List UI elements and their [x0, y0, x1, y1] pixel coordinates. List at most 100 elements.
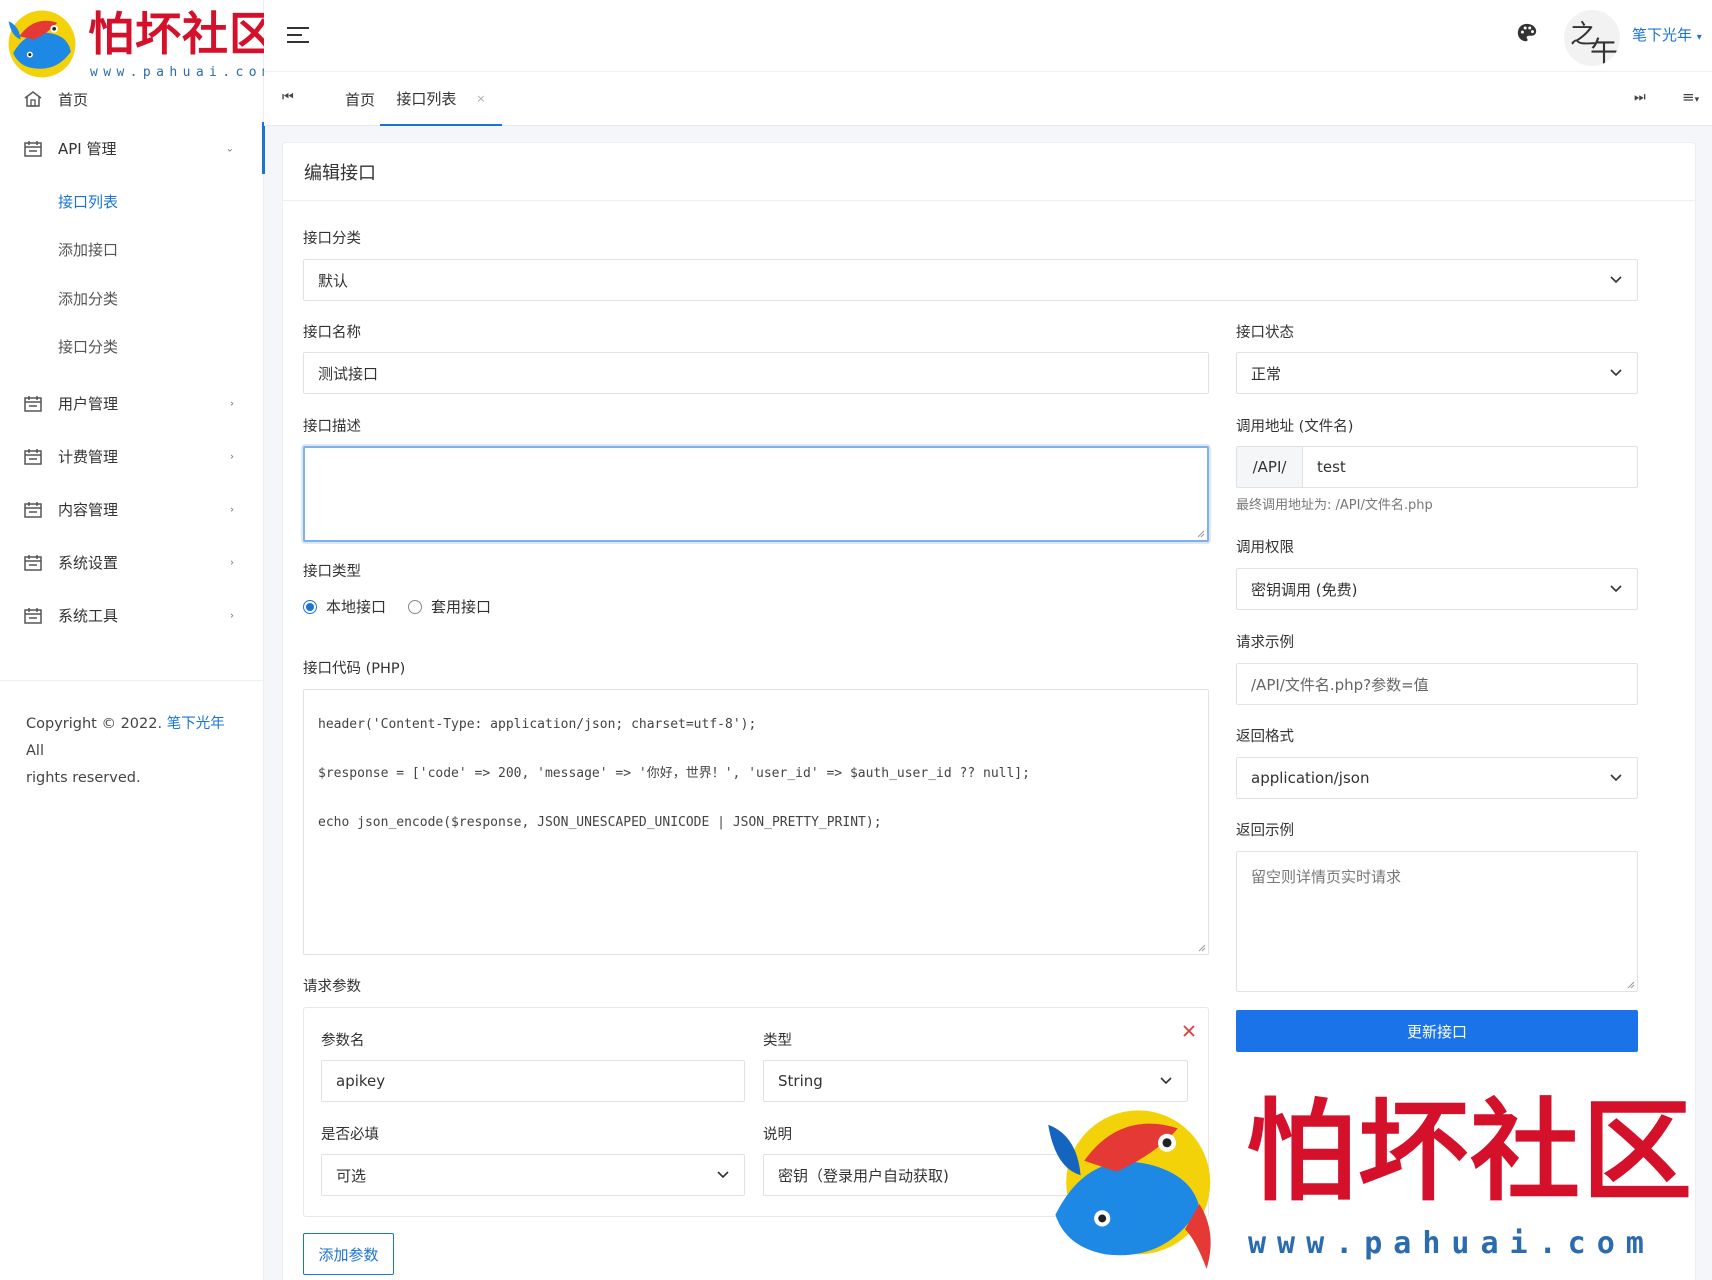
tab-label: 首页 — [344, 90, 375, 109]
sidebar-subitem-api-list[interactable]: 接口列表 — [0, 177, 264, 226]
chevron-right-icon: › — [230, 398, 234, 409]
top-header: 之 午 笔下光年 ▾ — [264, 0, 1712, 72]
param-type-value: String — [778, 1072, 823, 1090]
calendar-icon — [24, 448, 42, 465]
sidebar-subitem-api-category[interactable]: 接口分类 — [0, 323, 264, 372]
sidebar-item-billing[interactable]: 计费管理 › — [0, 430, 264, 483]
param-name-label: 参数名 — [321, 1033, 365, 1049]
chevron-down-icon — [717, 1171, 729, 1179]
permission-label: 调用权限 — [1236, 540, 1294, 556]
sidebar-subitem-add-api[interactable]: 添加接口 — [0, 226, 264, 275]
sidebar-subitem-add-category[interactable]: 添加分类 — [0, 274, 264, 323]
return-format-label: 返回格式 — [1236, 729, 1294, 745]
call-url-input[interactable]: test — [1303, 447, 1637, 487]
tab-bar: ⏮ 首页 接口列表 × ⏭ ≡▾ — [264, 72, 1712, 126]
param-desc-input[interactable]: 密钥（登录用户自动获取) — [763, 1154, 1188, 1196]
close-icon[interactable]: × — [476, 92, 485, 105]
chevron-down-icon — [1610, 774, 1622, 782]
category-select[interactable]: 默认 — [303, 259, 1638, 301]
param-desc-label: 说明 — [763, 1127, 792, 1143]
sidebar-item-label: API 管理 — [58, 140, 117, 158]
param-name-input[interactable]: apikey — [321, 1060, 745, 1102]
radio-local[interactable] — [303, 599, 317, 614]
tab-api-list[interactable]: 接口列表 × — [380, 72, 502, 126]
call-url-prefix: /API/ — [1237, 447, 1303, 487]
calendar-icon — [24, 140, 42, 157]
param-name-value: apikey — [336, 1072, 386, 1090]
return-format-select[interactable]: application/json — [1236, 757, 1638, 799]
radio-proxy[interactable] — [408, 599, 423, 614]
param-desc-value: 密钥（登录用户自动获取) — [778, 1166, 949, 1185]
name-input[interactable]: 测试接口 — [303, 352, 1209, 394]
chevron-right-icon: › — [230, 557, 234, 568]
code-label: 接口代码 (PHP) — [303, 661, 406, 677]
sidebar-footer: Copyright © 2022. 笔下光年 All rights reserv… — [0, 680, 264, 792]
param-required-value: 可选 — [336, 1166, 367, 1185]
code-line: $response = ['code' => 200, 'message' =>… — [318, 766, 1030, 781]
name-value: 测试接口 — [318, 364, 379, 383]
avatar[interactable]: 之 午 — [1564, 10, 1620, 66]
calendar-icon — [24, 501, 42, 518]
brand-name: 怕坏社区 — [88, 7, 276, 61]
status-value: 正常 — [1251, 364, 1282, 383]
code-editor[interactable]: header('Content-Type: application/json; … — [303, 689, 1209, 955]
chevron-right-icon: › — [230, 451, 234, 462]
tab-scroll-left-icon[interactable]: ⏮ — [282, 90, 294, 105]
palette-icon[interactable] — [1516, 22, 1538, 44]
add-param-button[interactable]: 添加参数 — [303, 1233, 394, 1275]
description-textarea[interactable] — [303, 446, 1209, 542]
param-required-label: 是否必填 — [321, 1127, 379, 1143]
tab-menu-icon[interactable]: ≡▾ — [1682, 88, 1699, 106]
tab-scroll-right-icon[interactable]: ⏭ — [1634, 90, 1646, 105]
code-line: echo json_encode($response, JSON_UNESCAP… — [318, 815, 882, 830]
type-label: 接口类型 — [303, 564, 361, 580]
sidebar-item-label: 系统设置 — [58, 554, 119, 572]
chevron-right-icon: › — [230, 504, 234, 515]
chevron-down-icon — [1610, 585, 1622, 593]
chevron-right-icon: › — [230, 610, 234, 621]
copyright-link[interactable]: 笔下光年 — [167, 716, 225, 732]
avatar-char-2: 午 — [1590, 35, 1619, 66]
user-menu[interactable]: 笔下光年 ▾ — [1632, 24, 1702, 45]
call-url-help: 最终调用地址为: /API/文件名.php — [1236, 498, 1433, 513]
calendar-icon — [24, 607, 42, 624]
home-icon — [24, 91, 42, 107]
permission-select[interactable]: 密钥调用 (免费) — [1236, 568, 1638, 610]
menu-toggle-icon[interactable] — [286, 26, 310, 44]
sidebar-item-tools[interactable]: 系统工具 › — [0, 589, 264, 642]
chevron-down-icon — [1610, 276, 1622, 284]
calendar-icon — [24, 395, 42, 412]
update-api-button[interactable]: 更新接口 — [1236, 1010, 1638, 1052]
radio-proxy-label[interactable]: 套用接口 — [431, 596, 491, 617]
caret-down-icon: ▾ — [1696, 32, 1702, 43]
return-format-value: application/json — [1251, 769, 1370, 787]
param-type-select[interactable]: String — [763, 1060, 1188, 1102]
resize-handle-icon[interactable] — [1197, 530, 1205, 538]
sidebar-nav: 首页 API 管理 ⌄ 接口列表 添加接口 添加分类 接口分类 用户管理 › 计… — [0, 84, 265, 642]
remove-param-icon[interactable] — [1182, 1024, 1196, 1038]
param-row: 参数名 apikey 类型 String 是否必填 可选 说明 密钥（登录用户自… — [303, 1007, 1209, 1217]
sidebar-item-api[interactable]: API 管理 ⌄ — [0, 122, 265, 175]
request-example-input[interactable]: /API/文件名.php?参数=值 — [1236, 663, 1638, 705]
sidebar-item-label: 内容管理 — [58, 501, 119, 519]
sidebar-item-label: 用户管理 — [58, 395, 119, 413]
return-example-textarea[interactable]: 留空则详情页实时请求 — [1236, 851, 1638, 992]
brand-logo[interactable]: 怕坏社区 www.pahuai.com — [0, 0, 275, 84]
status-select[interactable]: 正常 — [1236, 352, 1638, 394]
resize-handle-icon[interactable] — [1198, 944, 1206, 952]
radio-local-label[interactable]: 本地接口 — [326, 596, 386, 617]
param-required-select[interactable]: 可选 — [321, 1154, 745, 1196]
status-label: 接口状态 — [1236, 325, 1294, 341]
return-example-label: 返回示例 — [1236, 823, 1294, 839]
sidebar-item-settings[interactable]: 系统设置 › — [0, 536, 264, 589]
brand-url: www.pahuai.com — [90, 65, 276, 80]
sidebar-item-users[interactable]: 用户管理 › — [0, 377, 264, 430]
call-url-label: 调用地址 (文件名) — [1236, 419, 1354, 435]
permission-value: 密钥调用 (免费) — [1251, 580, 1358, 599]
fish-logo-icon — [8, 10, 76, 78]
call-url-group: /API/ test — [1236, 446, 1638, 488]
chevron-down-icon — [1610, 369, 1622, 377]
sidebar-item-content[interactable]: 内容管理 › — [0, 483, 264, 536]
resize-handle-icon[interactable] — [1627, 981, 1635, 989]
sidebar-item-home[interactable]: 首页 — [0, 84, 264, 114]
